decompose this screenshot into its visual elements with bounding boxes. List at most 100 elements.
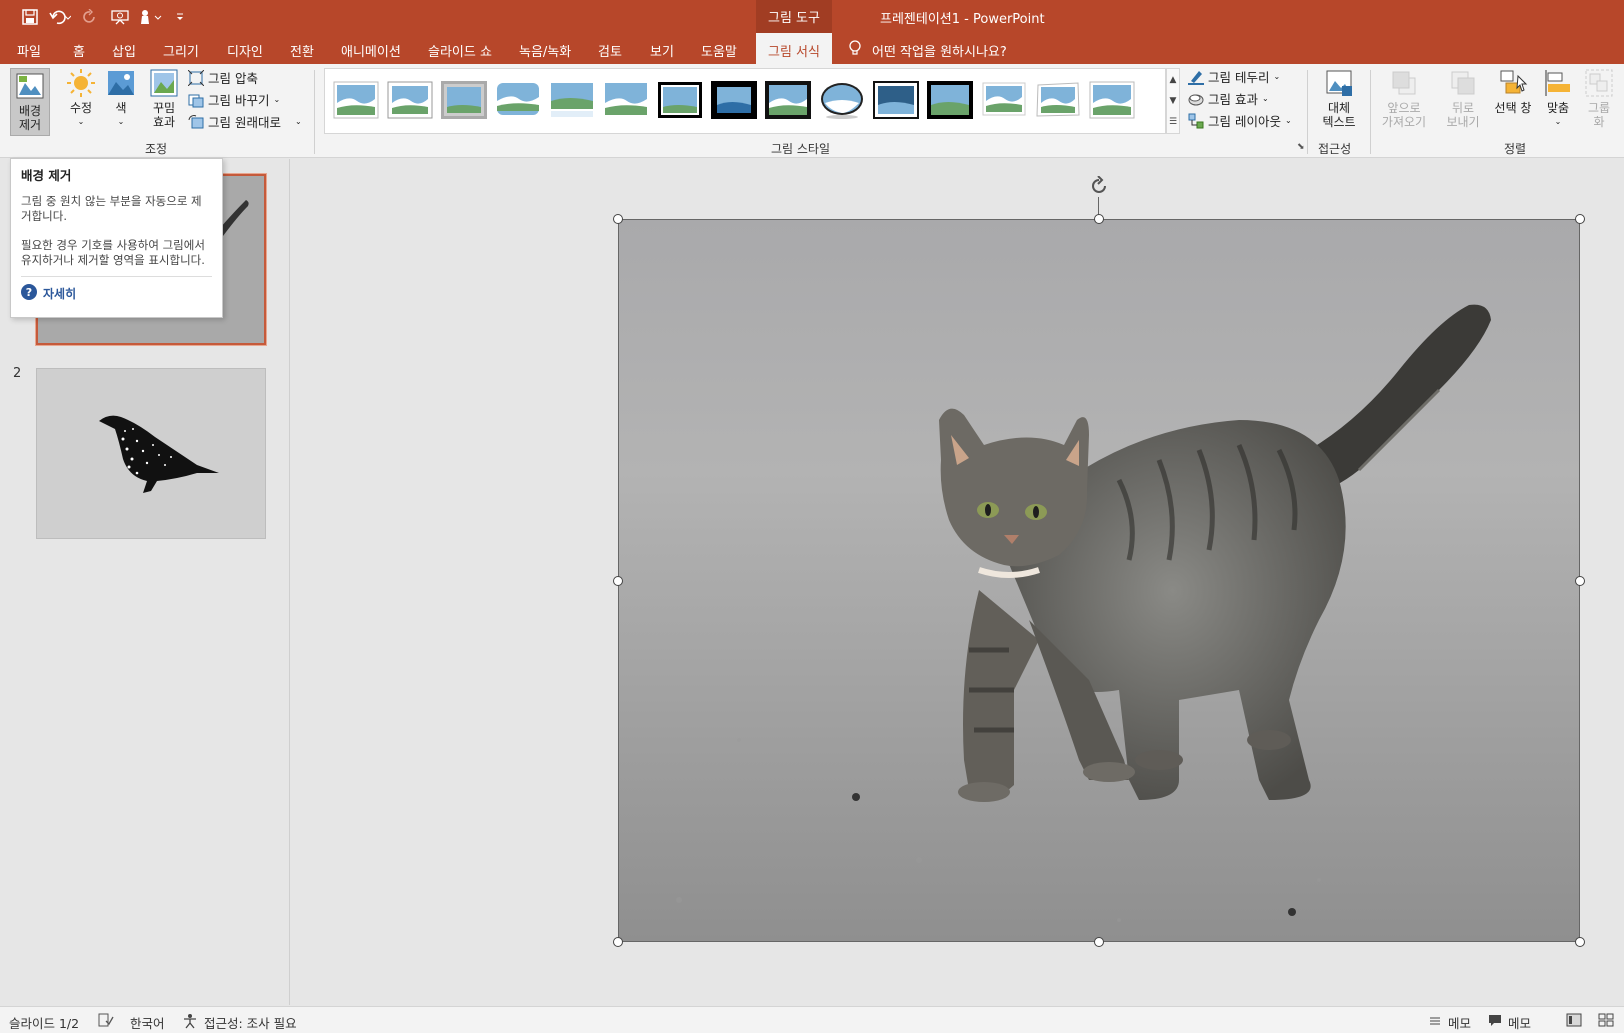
style-thumb[interactable] [1035, 81, 1081, 119]
language-indicator[interactable]: 한국어 [130, 1013, 165, 1032]
resize-handle-left[interactable] [613, 576, 623, 586]
comments-button[interactable]: 메모 [1488, 1013, 1531, 1032]
arrange-group-label: 정렬 [1504, 142, 1527, 156]
remove-background-button[interactable]: 배경 제거 [10, 68, 50, 136]
corrections-button[interactable]: 수정 ⌄ [64, 68, 98, 129]
send-backward-label: 뒤로 보내기 [1446, 101, 1480, 129]
compress-pictures-button[interactable]: 그림 압축 [187, 68, 258, 87]
tab-animations[interactable]: 애니메이션 [341, 41, 401, 60]
alt-text-button[interactable]: 대체 텍스트 [1315, 68, 1363, 129]
gallery-more-icon[interactable]: ☰ [1169, 117, 1177, 127]
tooltip-more-info-link[interactable]: ? 자세히 [21, 284, 212, 303]
tab-help[interactable]: 도움말 [701, 41, 737, 60]
send-backward-button[interactable]: 뒤로 보내기 [1438, 68, 1488, 129]
color-button[interactable]: 색 ⌄ [106, 68, 136, 129]
accessibility-checker[interactable]: 접근성: 조사 필요 [182, 1013, 297, 1032]
tab-picture-format[interactable]: 그림 서식 [756, 33, 832, 64]
bring-forward-button[interactable]: 앞으로 가져오기 [1376, 68, 1432, 129]
selection-pane-button[interactable]: 선택 창 [1492, 68, 1534, 115]
notes-label: 메모 [1448, 1016, 1472, 1031]
style-thumb[interactable] [333, 81, 379, 119]
bring-forward-icon [1389, 68, 1419, 98]
style-thumb[interactable] [549, 81, 595, 119]
accessibility-group-label: 접근성 [1318, 142, 1352, 156]
touch-mouse-mode-icon[interactable] [138, 6, 162, 28]
style-thumb[interactable] [1089, 81, 1135, 119]
style-thumb[interactable] [387, 81, 433, 119]
reset-picture-icon [188, 114, 204, 130]
style-thumb[interactable] [927, 81, 973, 119]
group-objects-button[interactable]: 그룹 화 [1582, 68, 1616, 129]
resize-handle-top-right[interactable] [1575, 214, 1585, 224]
chevron-up-icon[interactable]: ▲ [1170, 75, 1177, 85]
style-thumb[interactable] [441, 81, 487, 119]
artistic-effects-label: 꾸밈 효과 [152, 101, 176, 129]
remove-background-label: 배경 제거 [18, 104, 42, 132]
tab-file[interactable]: 파일 [17, 41, 41, 60]
picture-effects-icon [1188, 91, 1204, 107]
style-thumb[interactable] [711, 81, 757, 119]
tooltip-title: 배경 제거 [21, 168, 72, 183]
picture-effects-button[interactable]: 그림 효과 ⌄ [1188, 89, 1269, 108]
alt-text-icon [1324, 68, 1354, 98]
group-objects-icon [1584, 68, 1614, 98]
rotate-handle-icon[interactable] [1089, 175, 1109, 199]
save-icon[interactable] [18, 6, 42, 28]
slideshow-from-start-icon[interactable] [108, 6, 132, 28]
style-thumb[interactable] [603, 81, 649, 119]
normal-view-icon[interactable] [1566, 1013, 1582, 1027]
sun-icon [66, 68, 96, 98]
resize-handle-top[interactable] [1094, 214, 1104, 224]
align-label: 맞춤 [1546, 101, 1570, 115]
tab-review[interactable]: 검토 [598, 41, 622, 60]
style-thumb[interactable] [495, 81, 541, 119]
svg-text:?: ? [26, 286, 32, 299]
accessibility-status: 접근성: 조사 필요 [204, 1016, 297, 1031]
picture-layout-button[interactable]: 그림 레이아웃 ⌄ [1188, 111, 1292, 130]
style-thumb[interactable] [819, 81, 865, 119]
customize-qat-icon[interactable] [168, 6, 192, 28]
tab-view[interactable]: 보기 [650, 41, 674, 60]
resize-handle-bottom[interactable] [1094, 937, 1104, 947]
chevron-down-icon[interactable]: ▼ [1170, 96, 1177, 106]
picture-styles-gallery [324, 68, 1166, 134]
slide-thumbnail-2[interactable] [36, 368, 266, 539]
spelling-check-icon[interactable] [98, 1013, 114, 1027]
tab-insert[interactable]: 삽입 [112, 41, 136, 60]
picture-tools-context-label: 그림 도구 [756, 0, 832, 33]
tab-draw[interactable]: 그리기 [163, 41, 199, 60]
style-thumb[interactable] [873, 81, 919, 119]
chevron-down-icon: ⌄ [117, 117, 125, 126]
slide-sorter-icon[interactable] [1598, 1013, 1614, 1027]
align-button[interactable]: 맞춤 ⌄ [1540, 68, 1576, 129]
picture-effects-label: 그림 효과 [1208, 92, 1258, 107]
resize-handle-bottom-left[interactable] [613, 937, 623, 947]
tooltip-divider [21, 276, 212, 277]
style-thumb[interactable] [765, 81, 811, 119]
reset-picture-button[interactable]: 그림 원래대로 ⌄ [188, 112, 302, 131]
undo-icon[interactable] [48, 6, 72, 28]
chevron-down-icon: ⌄ [1554, 117, 1562, 126]
resize-handle-right[interactable] [1575, 576, 1585, 586]
style-thumb[interactable] [981, 81, 1027, 119]
dialog-launcher-icon[interactable]: ⬊ [1297, 142, 1305, 152]
quick-access-toolbar [18, 6, 192, 28]
resize-handle-bottom-right[interactable] [1575, 937, 1585, 947]
redo-icon[interactable] [78, 6, 102, 28]
gallery-scroll[interactable]: ▲ ▼ ☰ [1166, 68, 1180, 134]
picture-border-button[interactable]: 그림 테두리 ⌄ [1188, 67, 1280, 86]
tab-design[interactable]: 디자인 [227, 41, 263, 60]
color-label: 색 [115, 101, 127, 115]
tell-me-search[interactable]: 어떤 작업을 원하시나요? [848, 40, 1007, 60]
resize-handle-top-left[interactable] [613, 214, 623, 224]
style-thumb[interactable] [657, 81, 703, 119]
artistic-effects-button[interactable]: 꾸밈 효과 [146, 68, 182, 129]
tab-transitions[interactable]: 전환 [290, 41, 314, 60]
change-picture-button[interactable]: 그림 바꾸기 ⌄ [188, 90, 280, 109]
notes-button[interactable]: 메모 [1428, 1013, 1471, 1032]
artistic-effects-icon [149, 68, 179, 98]
chevron-down-icon: ⌄ [273, 95, 281, 104]
tab-home[interactable]: 홈 [73, 41, 85, 60]
tab-recording[interactable]: 녹음/녹화 [519, 41, 571, 60]
tab-slideshow[interactable]: 슬라이드 쇼 [428, 41, 492, 60]
